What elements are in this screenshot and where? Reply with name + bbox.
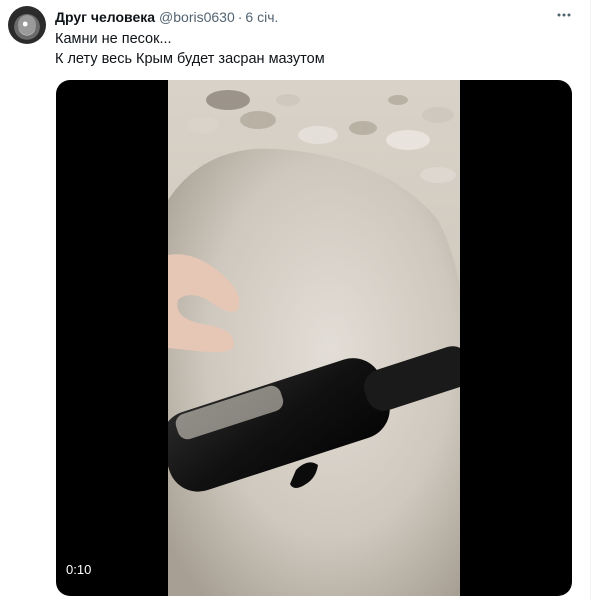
tweet-text-line: Камни не песок...: [55, 31, 172, 47]
avatar-image: [18, 15, 36, 35]
tweet-time[interactable]: 6 січ.: [245, 9, 278, 25]
author-handle[interactable]: @boris0630: [159, 9, 235, 25]
more-horizontal-icon: [557, 13, 571, 17]
more-options-icon[interactable]: [554, 6, 574, 24]
tweet-text-line: К лету весь Крым будет засран мазутом: [55, 51, 325, 67]
video-frame[interactable]: [168, 80, 460, 596]
separator-dot: ·: [237, 9, 243, 25]
video-player[interactable]: 0:10: [56, 80, 572, 596]
author-name[interactable]: Друг человека: [55, 9, 155, 25]
avatar[interactable]: [8, 6, 46, 44]
video-timestamp: 0:10: [66, 562, 92, 577]
video-thumbnail: [168, 80, 460, 596]
divider: [590, 0, 591, 600]
tweet[interactable]: Друг человека @boris0630 · 6 січ. Камни …: [0, 0, 595, 600]
tweet-text: Камни не песок... К лету весь Крым будет…: [55, 29, 325, 69]
tweet-header: Друг человека @boris0630 · 6 січ.: [55, 8, 278, 26]
